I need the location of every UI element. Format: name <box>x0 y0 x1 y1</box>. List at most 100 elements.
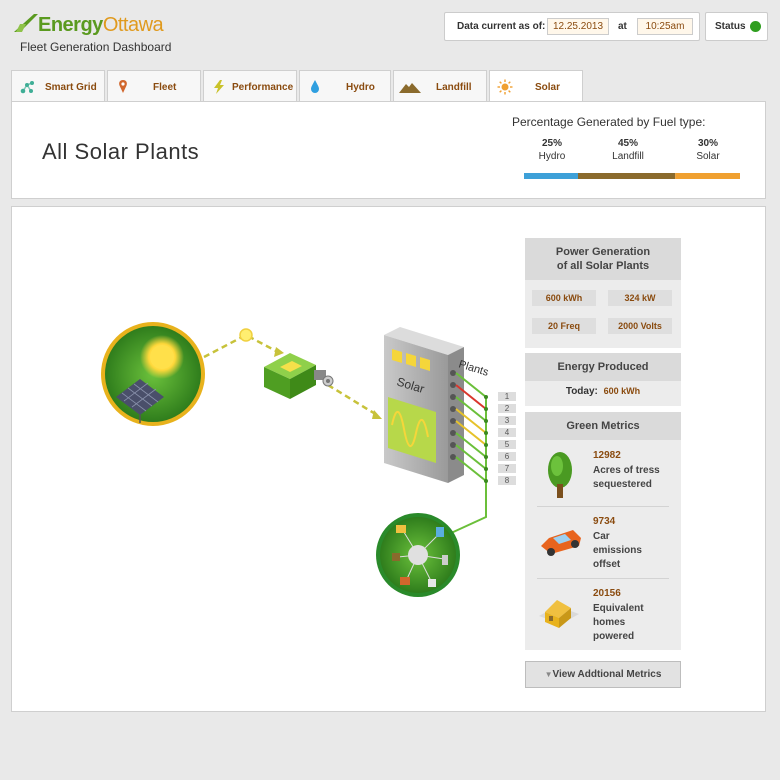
metric-label-line: homes <box>593 617 626 628</box>
fuel-name: Landfill <box>612 151 644 162</box>
frequency-chip: 20 Freq <box>532 318 596 334</box>
metric-value: 12982 <box>593 450 621 461</box>
metric-value: 9734 <box>593 516 616 527</box>
fuel-bar-segment-landfill <box>578 173 676 179</box>
plant-number-text: 3 <box>505 416 510 425</box>
power-generation-card: Power Generation of all Solar Plants 600… <box>525 238 681 348</box>
date-field[interactable]: 12.25.2013 <box>547 18 609 35</box>
energy-ottawa-logo[interactable]: EnergyOttawa <box>12 10 182 40</box>
fuel-name: Solar <box>696 151 720 162</box>
title-panel: All Solar Plants Percentage Generated by… <box>11 101 766 199</box>
solar-flow-diagram: Solar Plants 1 2 3 4 5 6 7 8 <box>101 322 516 597</box>
tab-label: Hydro <box>346 82 375 93</box>
logo-mark-icon <box>14 14 38 32</box>
view-additional-metrics-label: View Addtional Metrics <box>552 669 662 680</box>
fuel-percentage-bar <box>524 173 740 179</box>
tab-label: Smart Grid <box>45 82 97 93</box>
tab-landfill[interactable]: Landfill <box>393 70 487 102</box>
lightning-icon <box>214 80 224 94</box>
metric-label-line: powered <box>593 631 635 642</box>
status-label: Status <box>715 21 746 32</box>
voltage-chip: 2000 Volts <box>608 318 672 334</box>
status-indicator <box>750 21 761 32</box>
view-additional-metrics-button[interactable]: ▼View Addtional Metrics <box>525 661 681 688</box>
tab-label: Landfill <box>436 82 472 93</box>
tab-label: Solar <box>535 82 561 93</box>
energy-today-label: Today: <box>565 386 598 397</box>
at-label: at <box>618 21 627 32</box>
mound-icon <box>399 83 421 93</box>
green-metrics-card: Green Metrics 12982 Acres of tress seque… <box>525 412 681 650</box>
metric-label-line: Equivalent <box>593 603 644 614</box>
metric-label: Acres of tress sequestered <box>593 464 673 492</box>
logo-wordmark: EnergyOttawa <box>38 14 164 36</box>
metric-label-line: Acres of tress <box>593 465 660 476</box>
energy-today: Today: 600 kWh <box>525 386 681 397</box>
divider <box>537 506 669 507</box>
plant-number-text: 6 <box>505 452 510 461</box>
energy-produced-card: Energy Produced Today: 600 kWh <box>525 353 681 406</box>
energy-kwh-chip: 600 kWh <box>532 290 596 306</box>
divider <box>537 578 669 579</box>
power-title-line1: Power Generation <box>555 246 651 258</box>
page-title: All Solar Plants <box>42 139 200 164</box>
power-title-line2: of all Solar Plants <box>556 260 650 272</box>
fuel-value: 45% <box>617 138 638 149</box>
metric-label-line: offset <box>593 559 621 570</box>
time-field[interactable]: 10:25am <box>637 18 693 35</box>
metric-label-line: sequestered <box>593 479 652 490</box>
fuel-value: 30% <box>697 138 718 149</box>
tab-performance[interactable]: Performance <box>203 70 297 102</box>
energy-today-value: 600 kWh <box>603 386 641 396</box>
energy-node <box>239 328 253 342</box>
fuel-value: 25% <box>541 138 562 149</box>
plant-number-text: 5 <box>505 440 510 449</box>
energy-produced-title: Energy Produced <box>525 353 681 381</box>
fuel-bar-segment-solar <box>675 173 740 179</box>
metric-label: Car emissions offset <box>593 530 673 572</box>
tab-label: Performance <box>232 82 294 93</box>
plant-number-text: 4 <box>505 428 510 437</box>
tab-fleet[interactable]: Fleet <box>107 70 201 102</box>
metric-value: 20156 <box>593 588 621 599</box>
metric-trees: 12982 Acres of tress sequestered <box>525 442 681 514</box>
network-icon <box>20 81 34 94</box>
plant-number-text: 1 <box>505 392 510 401</box>
dashboard-subtitle: Fleet Generation Dashboard <box>20 40 172 54</box>
fuel-hydro: 25% Hydro <box>524 138 580 162</box>
fuel-landfill: 45% Landfill <box>600 138 656 162</box>
sun-icon <box>497 79 513 95</box>
green-metrics-title: Green Metrics <box>525 412 681 440</box>
metric-label-line: Car <box>593 531 610 542</box>
data-current-label: Data current as of: <box>457 21 546 32</box>
plant-number-text: 7 <box>505 464 510 473</box>
triangle-down-icon: ▼ <box>544 670 553 679</box>
tree-icon <box>548 452 572 498</box>
house-icon <box>539 600 579 628</box>
fuel-bar-segment-hydro <box>524 173 578 179</box>
main-panel: Solar Plants 1 2 3 4 5 6 7 8 Power Gener… <box>11 206 766 712</box>
fuel-name: Hydro <box>538 151 566 162</box>
metric-label: Equivalent homes powered <box>593 602 673 644</box>
metric-label-line: emissions <box>593 545 642 556</box>
fuel-solar: 30% Solar <box>680 138 736 162</box>
map-pin-icon <box>119 80 127 93</box>
fuel-percentage-title: Percentage Generated by Fuel type: <box>512 115 706 129</box>
tab-label: Fleet <box>153 82 177 93</box>
metric-car: 9734 Car emissions offset <box>525 508 681 580</box>
metric-homes: 20156 Equivalent homes powered <box>525 580 681 652</box>
power-grid-icon[interactable] <box>376 513 460 597</box>
power-kw-chip: 324 kW <box>608 290 672 306</box>
data-current-box: Data current as of: 12.25.2013 at 10:25a… <box>444 12 700 41</box>
plant-number-text: 2 <box>505 404 510 413</box>
car-icon <box>541 530 581 556</box>
solar-field-icon[interactable] <box>101 322 205 426</box>
tab-hydro[interactable]: Hydro <box>299 70 391 102</box>
water-drop-icon <box>311 80 319 93</box>
status-box[interactable]: Status <box>705 12 768 41</box>
tab-smart-grid[interactable]: Smart Grid <box>11 70 105 102</box>
inverter-icon[interactable] <box>264 353 334 399</box>
power-generation-title: Power Generation of all Solar Plants <box>525 238 681 280</box>
plant-number-text: 8 <box>505 476 510 485</box>
tab-solar[interactable]: Solar <box>489 70 583 104</box>
